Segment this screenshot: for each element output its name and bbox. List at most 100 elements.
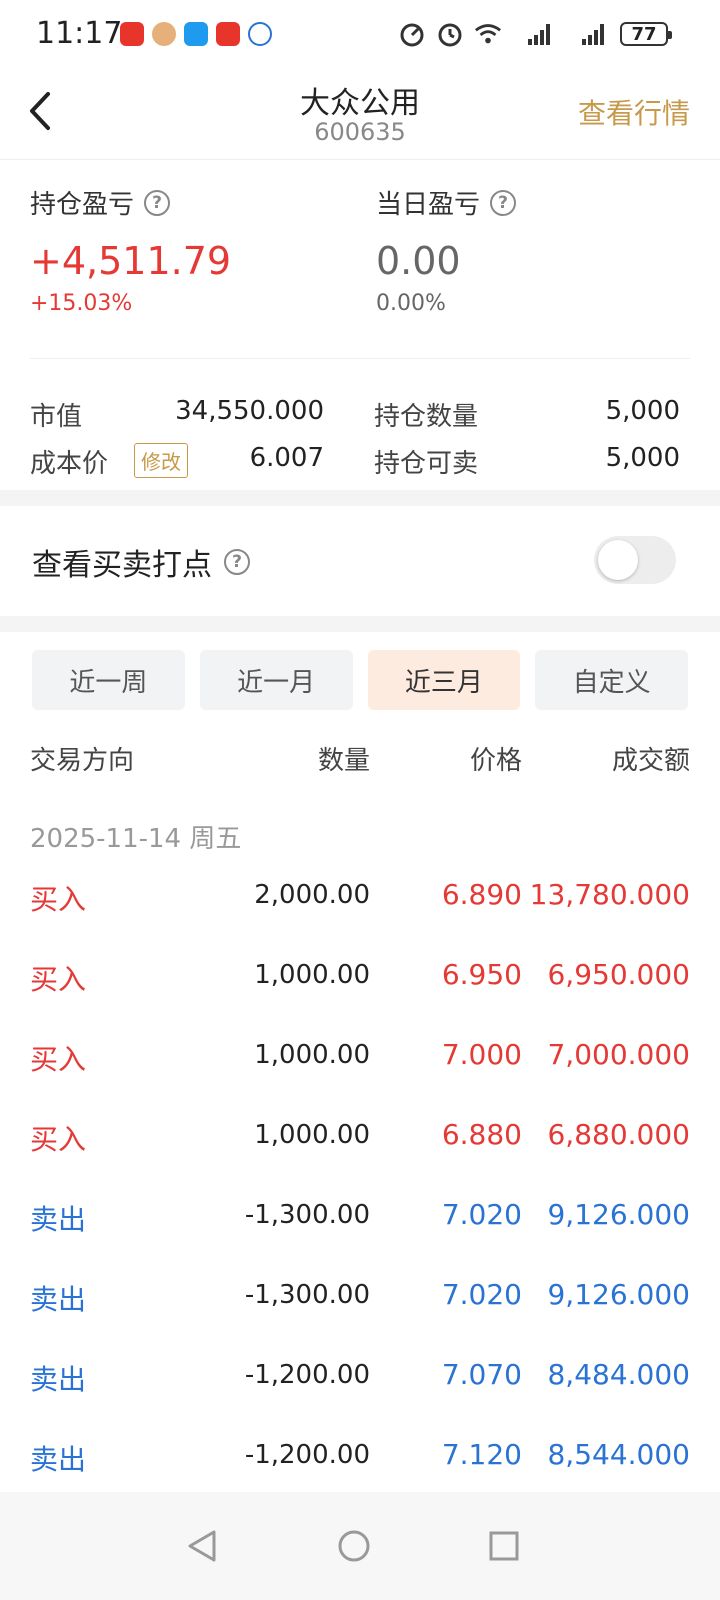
trade-price: 7.000 (441, 1038, 522, 1071)
trade-list: 买入 2,000.00 6.890 13,780.000 买入 1,000.00 6.950… (30, 870, 690, 1510)
shopping-app-icon (120, 22, 144, 46)
header-quantity: 数量 (317, 746, 370, 776)
toggle-knob (598, 540, 638, 580)
trade-marker-toggle[interactable] (594, 536, 676, 584)
book-app-icon (216, 22, 240, 46)
position-qty: 5,000 (605, 396, 680, 426)
trade-price: 6.890 (441, 878, 522, 911)
header-direction: 交易方向 (30, 746, 135, 776)
trade-quantity: -1,200.00 (244, 1360, 370, 1390)
daily-pl: 当日盈亏 ? 0.00 0.00% (376, 184, 517, 316)
position-pl-value: +4,511.79 (30, 239, 232, 283)
trade-price: 7.070 (441, 1358, 522, 1391)
trade-price: 6.950 (441, 958, 522, 991)
trade-quantity: 1,000.00 (254, 1120, 370, 1150)
notification-icons (120, 22, 272, 46)
help-icon[interactable]: ? (224, 549, 250, 575)
position-pl: 持仓盈亏 ? +4,511.79 +15.03% (30, 184, 231, 316)
cost-price-label: 成本价 (30, 449, 109, 479)
view-quote-link[interactable]: 查看行情 (578, 92, 690, 132)
help-icon[interactable]: ? (490, 189, 517, 216)
trade-direction: 卖出 (30, 1283, 87, 1316)
tab-week[interactable]: 近一周 (32, 650, 185, 710)
trade-marker-label: 查看买卖打点 (32, 548, 212, 583)
speed-icon (398, 20, 426, 48)
chat-app-icon (248, 22, 272, 46)
wifi-icon (474, 20, 502, 48)
trade-price: 6.880 (441, 1118, 522, 1151)
trade-price: 7.020 (441, 1198, 522, 1231)
trade-direction: 买入 (30, 1043, 87, 1076)
daily-pl-label: 当日盈亏 (376, 190, 481, 220)
signal-4g-icon-2 (566, 20, 610, 48)
stat-row: 成本价 修改 6.007 持仓可卖 5,000 (30, 435, 680, 481)
nav-recents-icon[interactable] (486, 1528, 522, 1564)
page-header: 大众公用 600635 查看行情 (0, 70, 720, 160)
daily-pl-pct: 0.00% (376, 291, 446, 316)
tab-custom[interactable]: 自定义 (535, 650, 688, 710)
table-row: 买入 1,000.00 7.000 7,000.000 (30, 1030, 690, 1110)
trade-amount: 13,780.000 (529, 878, 690, 911)
trade-quantity: -1,200.00 (244, 1440, 370, 1470)
nav-home-icon[interactable] (336, 1528, 372, 1564)
header-price: 价格 (469, 746, 522, 776)
cost-price: 6.007 (249, 443, 324, 473)
signal-4g-icon (512, 20, 556, 48)
status-right: 77 (398, 20, 672, 48)
avatar-app-icon (152, 22, 176, 46)
sellable-qty: 5,000 (605, 443, 680, 473)
trade-quantity: -1,300.00 (244, 1280, 370, 1310)
market-value-label: 市值 (30, 402, 83, 432)
tab-three-months[interactable]: 近三月 (367, 650, 521, 710)
system-nav-bar (0, 1492, 720, 1600)
edit-cost-button[interactable]: 修改 (134, 443, 188, 478)
trade-amount: 8,544.000 (547, 1438, 690, 1471)
trade-quantity: 1,000.00 (254, 1040, 370, 1070)
header-amount: 成交额 (611, 746, 690, 776)
position-qty-label: 持仓数量 (374, 402, 479, 432)
trade-amount: 6,950.000 (547, 958, 690, 991)
trade-direction: 卖出 (30, 1203, 87, 1236)
trade-amount: 9,126.000 (547, 1278, 690, 1311)
profit-loss-section: 持仓盈亏 ? +4,511.79 +15.03% 当日盈亏 ? 0.00 0.0… (0, 160, 720, 360)
status-time: 11:17 (36, 16, 123, 51)
trade-amount: 8,484.000 (547, 1358, 690, 1391)
trade-date: 2025-11-14 周五 (30, 824, 242, 854)
position-pl-label: 持仓盈亏 (30, 190, 135, 220)
alarm-icon (436, 20, 464, 48)
trade-amount: 7,000.000 (547, 1038, 690, 1071)
nav-back-icon[interactable] (184, 1528, 220, 1564)
status-bar: 11:17 77 (0, 0, 720, 70)
trade-direction: 买入 (30, 1123, 87, 1156)
trade-direction: 买入 (30, 883, 87, 916)
table-row: 卖出 -1,300.00 7.020 9,126.000 (30, 1270, 690, 1350)
section-gap (0, 616, 720, 632)
trade-quantity: -1,300.00 (244, 1200, 370, 1230)
daily-pl-value: 0.00 (376, 239, 461, 283)
table-row: 买入 1,000.00 6.950 6,950.000 (30, 950, 690, 1030)
market-value: 34,550.000 (175, 396, 324, 426)
battery-indicator: 77 (620, 22, 672, 46)
trade-direction: 买入 (30, 963, 87, 996)
divider (30, 358, 690, 359)
trade-direction: 卖出 (30, 1363, 87, 1396)
trade-quantity: 1,000.00 (254, 960, 370, 990)
table-row: 买入 1,000.00 6.880 6,880.000 (30, 1110, 690, 1190)
section-gap (0, 490, 720, 506)
trade-price: 7.120 (441, 1438, 522, 1471)
table-row: 卖出 -1,300.00 7.020 9,126.000 (30, 1190, 690, 1270)
sellable-qty-label: 持仓可卖 (374, 449, 479, 479)
table-header: 交易方向 数量 价格 成交额 (30, 740, 690, 780)
help-icon[interactable]: ? (144, 189, 171, 216)
trade-quantity: 2,000.00 (254, 880, 370, 910)
tab-month[interactable]: 近一月 (199, 650, 353, 710)
position-stats: 市值 34,550.000 持仓数量 5,000 成本价 修改 6.007 持仓… (0, 380, 720, 490)
trade-price: 7.020 (441, 1278, 522, 1311)
message-app-icon (184, 22, 208, 46)
trade-amount: 9,126.000 (547, 1198, 690, 1231)
position-pl-pct: +15.03% (30, 291, 133, 316)
trade-direction: 卖出 (30, 1443, 87, 1476)
table-row: 卖出 -1,200.00 7.070 8,484.000 (30, 1350, 690, 1430)
table-row: 买入 2,000.00 6.890 13,780.000 (30, 870, 690, 950)
period-tabs: 近一周 近一月 近三月 自定义 (32, 650, 688, 710)
